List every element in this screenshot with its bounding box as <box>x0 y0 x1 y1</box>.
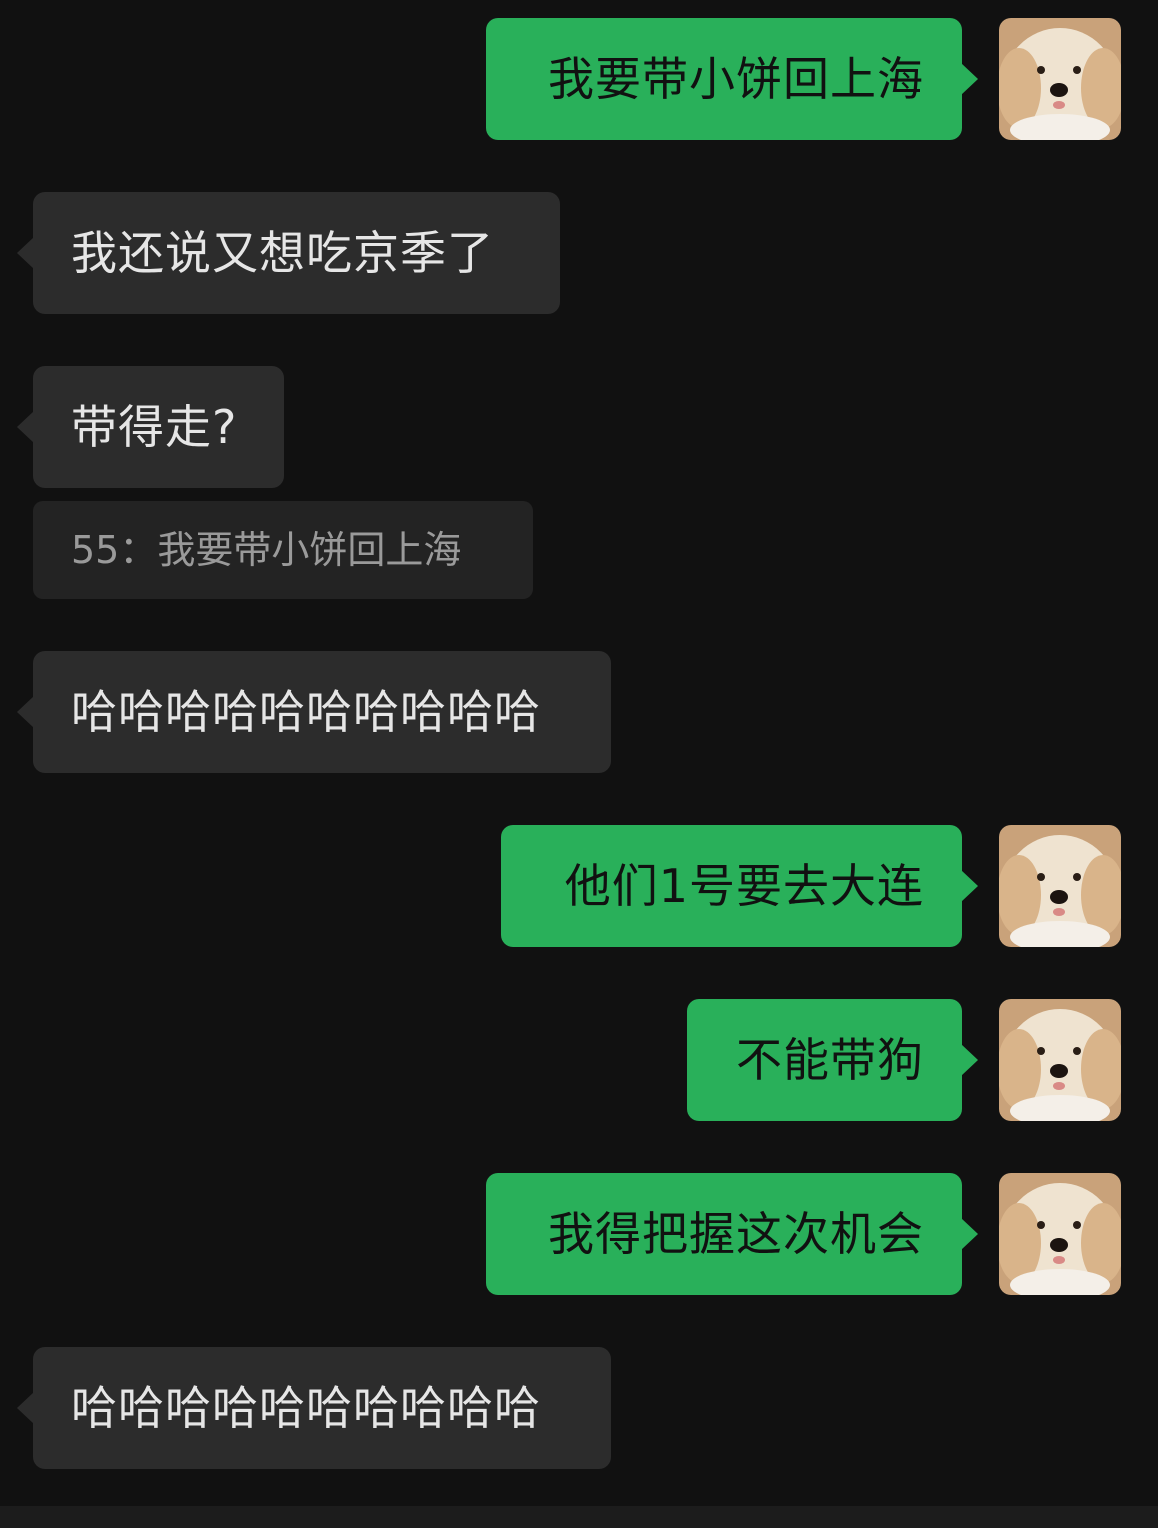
sent-message-bubble[interactable]: 我得把握这次机会 <box>486 1173 978 1295</box>
received-message-bubble[interactable]: 哈哈哈哈哈哈哈哈哈哈 <box>17 651 611 773</box>
dog-avatar-icon[interactable] <box>999 825 1121 947</box>
chat-message-list: 我要带小饼回上海 我还说又想吃京季了 带得走? 55：我要带小饼回上海 哈哈哈哈… <box>0 0 1158 1528</box>
received-message-bubble[interactable]: 带得走? <box>17 366 284 488</box>
bottom-edge <box>0 1506 1158 1528</box>
sent-message-bubble[interactable]: 我要带小饼回上海 <box>486 18 978 140</box>
received-message-bubble[interactable]: 哈哈哈哈哈哈哈哈哈哈 <box>17 1347 611 1469</box>
dog-avatar-icon[interactable] <box>999 1173 1121 1295</box>
received-message-bubble[interactable]: 我还说又想吃京季了 <box>17 192 560 314</box>
dog-avatar-icon[interactable] <box>999 18 1121 140</box>
sent-message-bubble[interactable]: 不能带狗 <box>687 999 978 1121</box>
sent-message-bubble[interactable]: 他们1号要去大连 <box>501 825 978 947</box>
dog-avatar-icon[interactable] <box>999 999 1121 1121</box>
quoted-message[interactable]: 55：我要带小饼回上海 <box>33 501 533 599</box>
